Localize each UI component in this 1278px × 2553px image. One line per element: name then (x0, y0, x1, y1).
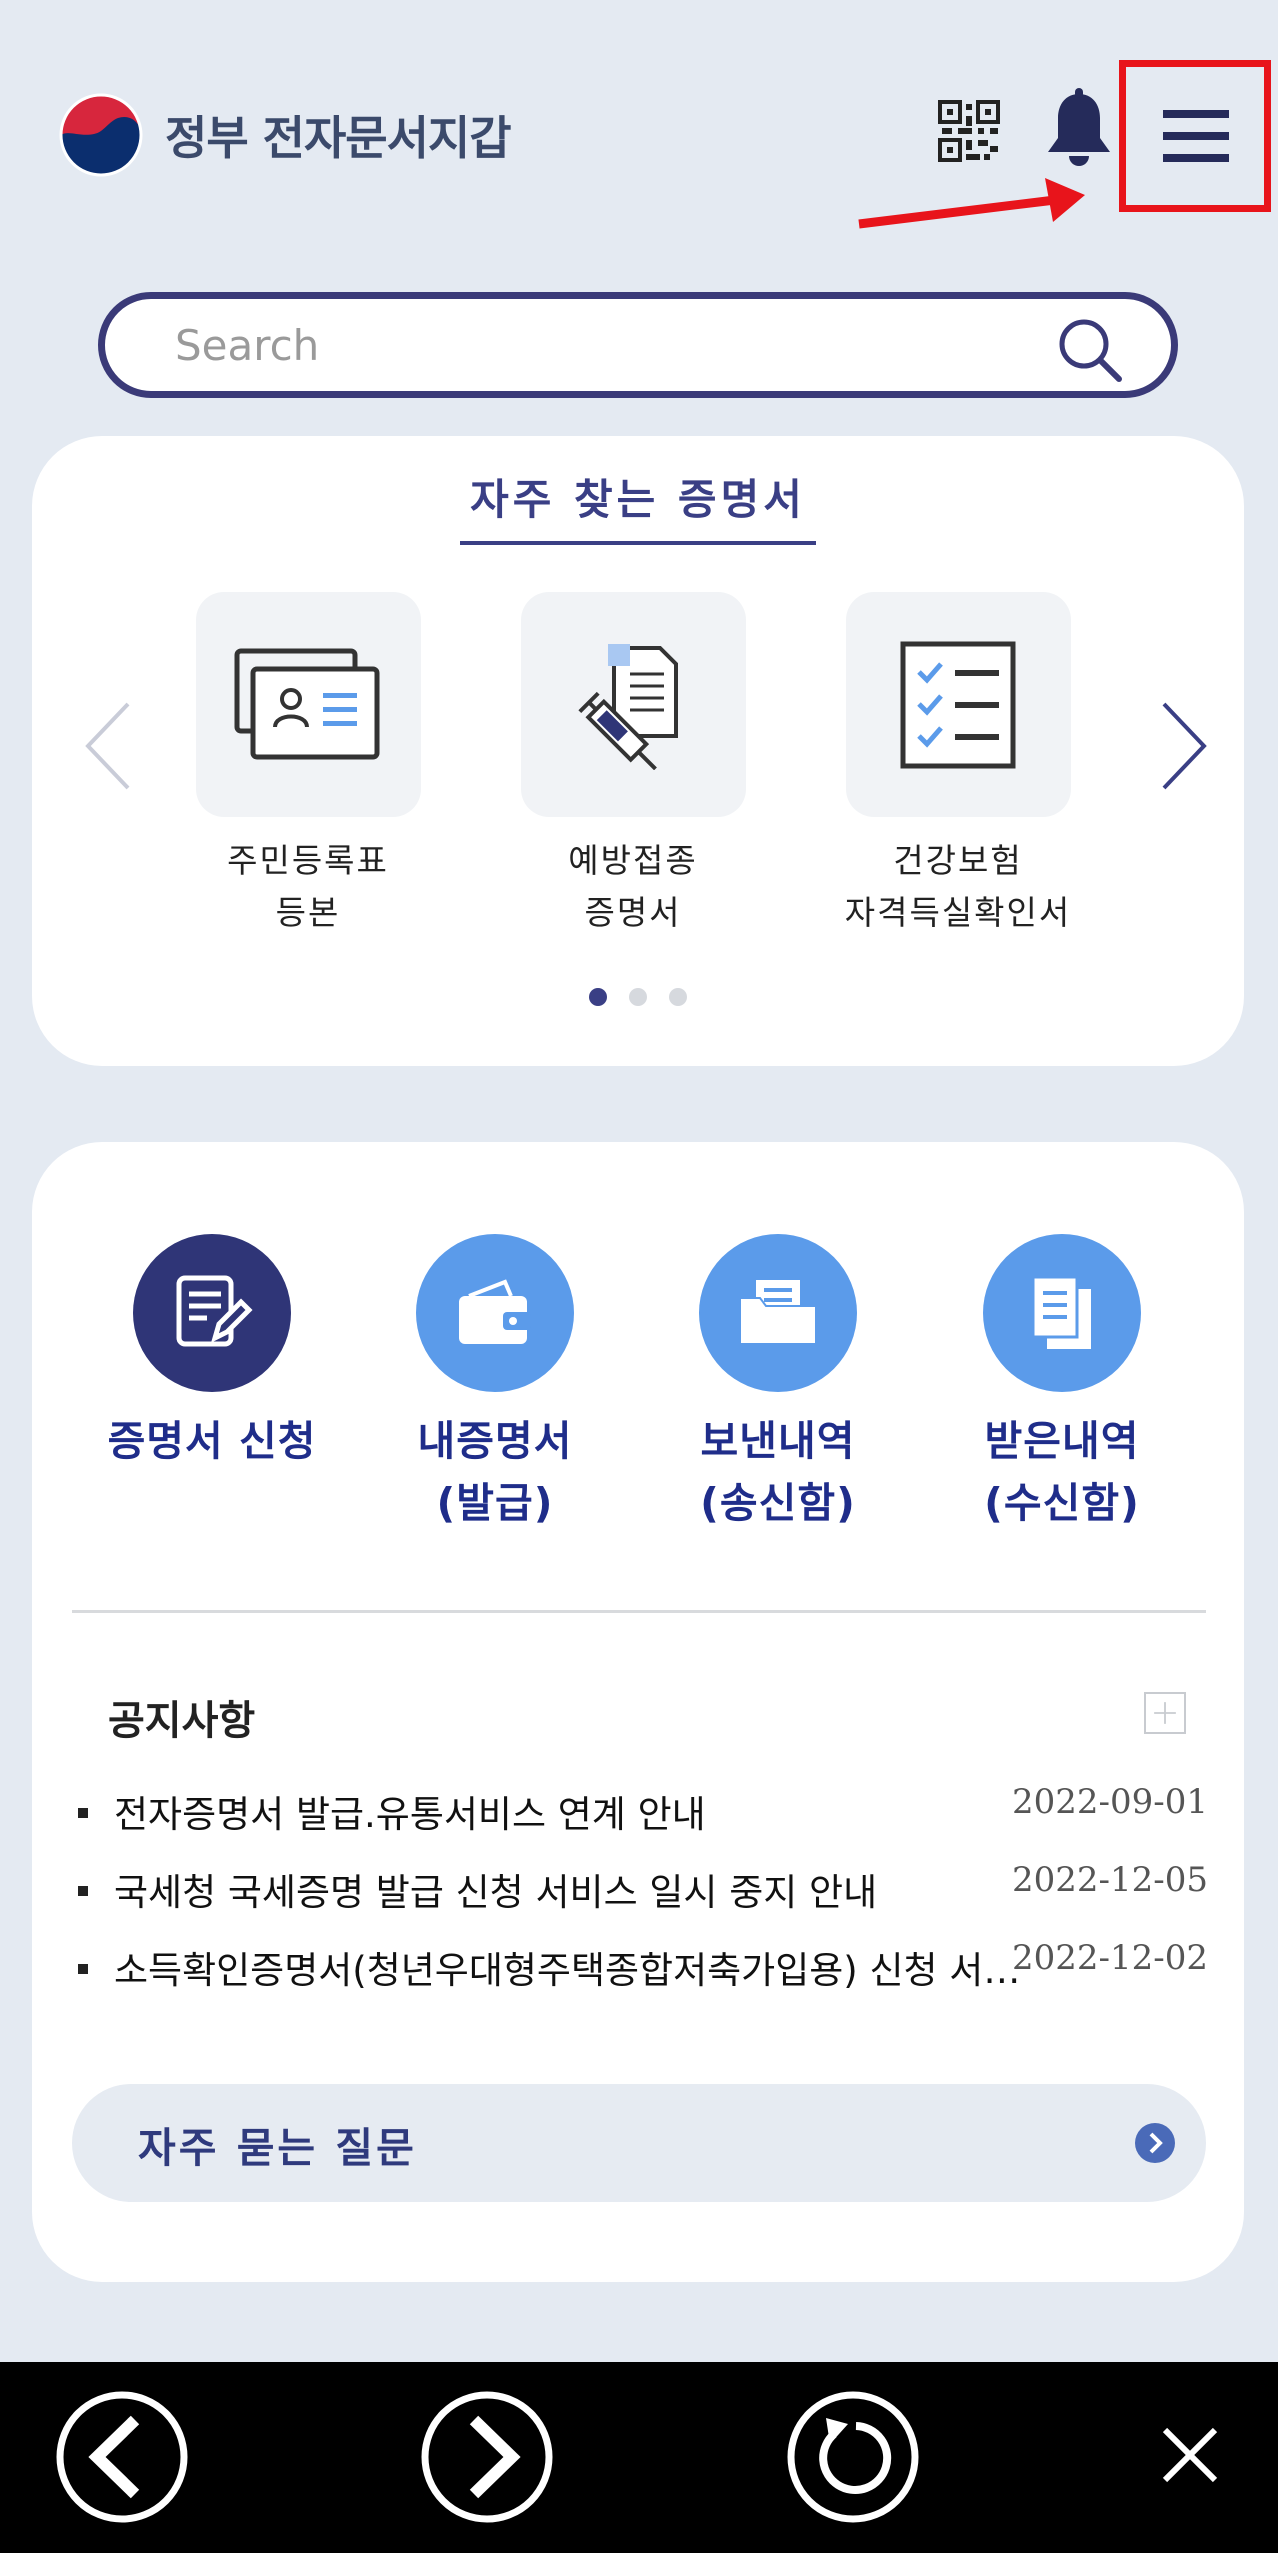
app-header: 정부 전자문서지갑 (0, 0, 1278, 260)
notice-list: 전자증명서 발급.유통서비스 연계 안내 2022-09-01 국세청 국세증명… (78, 1782, 1208, 2016)
carousel-pagination (32, 988, 1244, 1006)
quick-label: 증명서 신청 (107, 1417, 317, 1465)
bell-icon[interactable] (1040, 88, 1118, 172)
forward-arrow-icon[interactable] (420, 2390, 554, 2524)
bullet-icon (78, 1808, 88, 1818)
red-arrow-annotation (858, 178, 1085, 229)
main-menu-card: 증명서 신청 내증명서 (발급) 보낸내역 (송신함) 받은내역 (수신함) 공… (32, 1142, 1244, 2282)
edit-document-icon (176, 1275, 253, 1347)
close-icon[interactable] (1155, 2420, 1225, 2490)
divider (72, 1610, 1206, 1613)
hamburger-menu-icon (1163, 110, 1229, 162)
search-input[interactable] (175, 317, 1055, 373)
notice-more-plus-icon[interactable] (1144, 1692, 1186, 1734)
quick-received-history[interactable]: 받은내역 (수신함) (922, 1234, 1202, 1534)
documents-icon (1031, 1275, 1091, 1349)
notice-section-title: 공지사항 (108, 1698, 256, 1744)
quick-label: 받은내역 (수신함) (984, 1417, 1140, 1527)
government-logo (59, 93, 143, 177)
faq-label: 자주 묻는 질문 (138, 2124, 417, 2172)
cert-label: 예방접종 증명서 (568, 841, 698, 932)
refresh-icon[interactable] (786, 2390, 920, 2524)
folder-icon (739, 1280, 817, 1345)
search-icon[interactable] (1057, 317, 1123, 383)
carousel-dot[interactable] (629, 988, 647, 1006)
frequent-certificates-card: 자주 찾는 증명서 주민등록표 등본 예방접종 증명서 건강보험 자격득실확인서 (32, 436, 1244, 1066)
id-card-icon (234, 648, 380, 759)
wallet-icon (459, 1279, 531, 1344)
notice-date: 2022-09-01 (1011, 1782, 1208, 1822)
quick-sent-history[interactable]: 보낸내역 (송신함) (638, 1234, 918, 1534)
cert-item-health-insurance[interactable]: 건강보험 자격득실확인서 (808, 592, 1108, 939)
cert-item-vaccination[interactable]: 예방접종 증명서 (483, 592, 783, 939)
frequent-certificates-title: 자주 찾는 증명서 (460, 466, 816, 545)
vaccine-syringe-icon (578, 643, 678, 770)
cert-label: 건강보험 자격득실확인서 (844, 841, 1072, 932)
browser-bottom-bar (0, 2362, 1278, 2553)
carousel-next-arrow-icon[interactable] (1152, 686, 1212, 806)
notice-item[interactable]: 국세청 국세증명 발급 신청 서비스 일시 중지 안내 2022-12-05 (78, 1860, 1208, 1938)
bullet-icon (78, 1886, 88, 1896)
notice-date: 2022-12-05 (1011, 1860, 1208, 1900)
quick-my-certificates[interactable]: 내증명서 (발급) (355, 1234, 635, 1534)
checklist-icon (900, 641, 1016, 768)
notice-item[interactable]: 전자증명서 발급.유통서비스 연계 안내 2022-09-01 (78, 1782, 1208, 1860)
carousel-dot-active[interactable] (589, 988, 607, 1006)
cert-item-resident-registration[interactable]: 주민등록표 등본 (158, 592, 458, 939)
cert-label: 주민등록표 등본 (227, 841, 389, 932)
notice-date: 2022-12-02 (1011, 1938, 1208, 1978)
carousel-dot[interactable] (669, 988, 687, 1006)
back-arrow-icon[interactable] (55, 2390, 189, 2524)
notice-text[interactable]: 국세청 국세증명 발급 신청 서비스 일시 중지 안내 (114, 1862, 1044, 1916)
quick-label: 보낸내역 (송신함) (700, 1417, 856, 1527)
bullet-icon (78, 1964, 88, 1974)
search-bar[interactable] (98, 292, 1178, 398)
faq-button[interactable]: 자주 묻는 질문 (72, 2084, 1206, 2202)
notice-text[interactable]: 전자증명서 발급.유통서비스 연계 안내 (114, 1784, 1044, 1838)
qr-code-icon[interactable] (938, 100, 1000, 162)
quick-label: 내증명서 (발급) (417, 1417, 573, 1527)
notice-text[interactable]: 소득확인증명서(청년우대형주택종합저축가입용) 신청 서비스 안내 (114, 1940, 1044, 1994)
chevron-right-circle-icon (1135, 2123, 1175, 2163)
app-title: 정부 전자문서지갑 (165, 111, 512, 165)
quick-apply-certificate[interactable]: 증명서 신청 (72, 1234, 352, 1472)
notice-item[interactable]: 소득확인증명서(청년우대형주택종합저축가입용) 신청 서비스 안내 2022-1… (78, 1938, 1208, 2016)
hamburger-menu-button[interactable] (1123, 62, 1269, 210)
carousel-prev-arrow-icon[interactable] (80, 686, 140, 806)
